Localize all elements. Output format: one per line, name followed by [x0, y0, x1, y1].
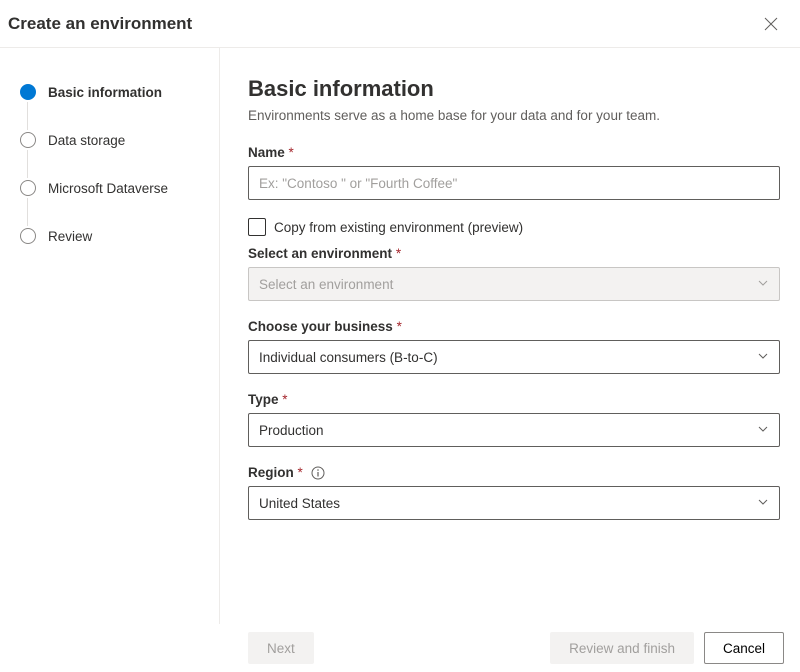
step-list: Basic information Data storage Microsoft…: [20, 80, 203, 248]
select-env-label: Select an environment *: [248, 246, 780, 261]
chevron-down-icon: [757, 277, 769, 292]
select-env-value: Select an environment: [259, 277, 393, 292]
field-type: Type * Production: [248, 392, 780, 447]
type-label: Type *: [248, 392, 780, 407]
type-value: Production: [259, 423, 324, 438]
form-heading: Basic information: [248, 76, 780, 102]
dialog-body: Basic information Data storage Microsoft…: [0, 48, 800, 624]
region-value: United States: [259, 496, 340, 511]
dialog-title: Create an environment: [8, 14, 192, 34]
step-label: Basic information: [48, 85, 162, 100]
field-name: Name *: [248, 145, 780, 200]
step-indicator-icon: [20, 180, 36, 196]
business-dropdown[interactable]: Individual consumers (B-to-C): [248, 340, 780, 374]
step-basic-information[interactable]: Basic information: [20, 80, 203, 104]
field-region: Region * United States: [248, 465, 780, 520]
dialog-footer: Next Review and finish Cancel: [0, 624, 800, 672]
step-label: Data storage: [48, 133, 125, 148]
cancel-button[interactable]: Cancel: [704, 632, 784, 664]
type-dropdown[interactable]: Production: [248, 413, 780, 447]
copy-checkbox[interactable]: [248, 218, 266, 236]
name-input[interactable]: [248, 166, 780, 200]
dialog-header: Create an environment: [0, 0, 800, 48]
footer-right: Review and finish Cancel: [550, 632, 784, 664]
step-data-storage[interactable]: Data storage: [20, 128, 203, 152]
business-label: Choose your business *: [248, 319, 780, 334]
region-dropdown[interactable]: United States: [248, 486, 780, 520]
chevron-down-icon: [757, 423, 769, 438]
step-label: Review: [48, 229, 92, 244]
form-main: Basic information Environments serve as …: [220, 48, 800, 624]
name-label: Name *: [248, 145, 780, 160]
form-subtitle: Environments serve as a home base for yo…: [248, 108, 780, 123]
review-finish-button: Review and finish: [550, 632, 694, 664]
close-icon: [764, 17, 778, 31]
step-indicator-icon: [20, 228, 36, 244]
field-business: Choose your business * Individual consum…: [248, 319, 780, 374]
step-indicator-icon: [20, 132, 36, 148]
field-select-environment: Select an environment * Select an enviro…: [248, 246, 780, 301]
business-value: Individual consumers (B-to-C): [259, 350, 438, 365]
chevron-down-icon: [757, 496, 769, 511]
step-indicator-icon: [20, 84, 36, 100]
copy-checkbox-row[interactable]: Copy from existing environment (preview): [248, 218, 780, 236]
close-button[interactable]: [758, 11, 784, 37]
step-review[interactable]: Review: [20, 224, 203, 248]
copy-checkbox-label: Copy from existing environment (preview): [274, 220, 523, 235]
select-env-dropdown: Select an environment: [248, 267, 780, 301]
step-microsoft-dataverse[interactable]: Microsoft Dataverse: [20, 176, 203, 200]
chevron-down-icon: [757, 350, 769, 365]
next-button: Next: [248, 632, 314, 664]
wizard-sidebar: Basic information Data storage Microsoft…: [0, 48, 220, 624]
step-label: Microsoft Dataverse: [48, 181, 168, 196]
info-icon[interactable]: [311, 466, 325, 480]
region-label: Region *: [248, 465, 780, 480]
